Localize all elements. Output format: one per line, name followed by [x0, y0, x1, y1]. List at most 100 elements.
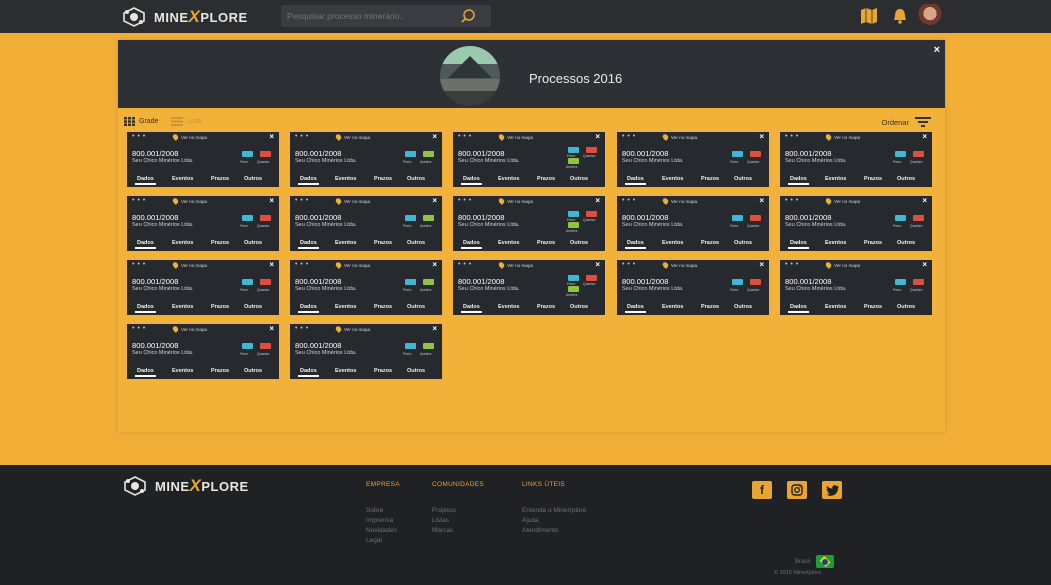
tab-eventos[interactable]: Eventos	[498, 304, 519, 310]
map-icon[interactable]	[860, 7, 878, 25]
footer-link[interactable]: Imprensa	[366, 516, 400, 526]
bell-icon[interactable]	[892, 7, 908, 25]
process-card[interactable]: • • • Ver no mapa × 800.001/2008 Seu Chico M…	[127, 260, 279, 315]
footer-logo[interactable]: MINEXPLORE	[123, 476, 249, 496]
tab-prazos[interactable]: Prazos	[211, 176, 229, 182]
card-close-button[interactable]: ×	[432, 260, 437, 269]
card-close-button[interactable]: ×	[922, 196, 927, 205]
tab-eventos[interactable]: Eventos	[335, 240, 356, 246]
tab-prazos[interactable]: Prazos	[701, 240, 719, 246]
process-card[interactable]: • • • Ver no mapa × 800.001/2008 Seu Chico M…	[780, 196, 932, 251]
more-options-icon[interactable]: • • •	[622, 261, 636, 268]
card-close-button[interactable]: ×	[595, 196, 600, 205]
tab-prazos[interactable]: Prazos	[537, 304, 555, 310]
tab-outros[interactable]: Outros	[244, 240, 262, 246]
tab-eventos[interactable]: Eventos	[825, 176, 846, 182]
tab-outros[interactable]: Outros	[570, 240, 588, 246]
footer-link[interactable]: Novidades	[366, 526, 400, 536]
view-on-map-link[interactable]: Ver no mapa	[661, 261, 697, 269]
view-on-map-link[interactable]: Ver no mapa	[824, 261, 860, 269]
process-card[interactable]: • • • Ver no mapa × 800.001/2008 Seu Chico M…	[617, 260, 769, 315]
more-options-icon[interactable]: • • •	[295, 197, 309, 204]
more-options-icon[interactable]: • • •	[295, 325, 309, 332]
more-options-icon[interactable]: • • •	[622, 197, 636, 204]
country-selector[interactable]: Brasil	[795, 555, 835, 568]
tab-dados[interactable]: Dados	[625, 240, 646, 249]
facebook-icon[interactable]: f	[752, 481, 772, 499]
instagram-icon[interactable]	[787, 481, 807, 499]
process-card[interactable]: • • • Ver no mapa × 800.001/2008 Seu Chico M…	[780, 132, 932, 187]
view-on-map-link[interactable]: Ver no mapa	[171, 197, 207, 205]
view-list-toggle[interactable]: Lista	[171, 117, 202, 126]
tab-outros[interactable]: Outros	[407, 304, 425, 310]
tab-outros[interactable]: Outros	[570, 304, 588, 310]
tab-outros[interactable]: Outros	[244, 176, 262, 182]
process-card[interactable]: • • • Ver no mapa × 800.001/2008 Seu Chico M…	[127, 196, 279, 251]
card-close-button[interactable]: ×	[432, 132, 437, 141]
tab-prazos[interactable]: Prazos	[701, 176, 719, 182]
tab-prazos[interactable]: Prazos	[537, 240, 555, 246]
card-close-button[interactable]: ×	[759, 132, 764, 141]
view-on-map-link[interactable]: Ver no mapa	[661, 197, 697, 205]
brand-logo[interactable]: MINEXPLORE	[122, 6, 248, 28]
more-options-icon[interactable]: • • •	[132, 197, 146, 204]
card-close-button[interactable]: ×	[432, 324, 437, 333]
tab-dados[interactable]: Dados	[788, 304, 809, 313]
view-grid-toggle[interactable]: Grade	[124, 117, 158, 126]
card-close-button[interactable]: ×	[759, 260, 764, 269]
tab-outros[interactable]: Outros	[897, 240, 915, 246]
tab-eventos[interactable]: Eventos	[335, 368, 356, 374]
tab-eventos[interactable]: Eventos	[662, 304, 683, 310]
search-input[interactable]	[281, 5, 457, 27]
process-card[interactable]: • • • Ver no mapa × 800.001/2008 Seu Chico M…	[290, 324, 442, 379]
tab-outros[interactable]: Outros	[734, 240, 752, 246]
more-options-icon[interactable]: • • •	[458, 261, 472, 268]
card-close-button[interactable]: ×	[269, 324, 274, 333]
tab-prazos[interactable]: Prazos	[211, 304, 229, 310]
tab-dados[interactable]: Dados	[461, 304, 482, 313]
more-options-icon[interactable]: • • •	[132, 261, 146, 268]
tab-outros[interactable]: Outros	[734, 304, 752, 310]
tab-prazos[interactable]: Prazos	[211, 368, 229, 374]
panel-close-button[interactable]: ×	[934, 44, 940, 56]
tab-eventos[interactable]: Eventos	[498, 240, 519, 246]
tab-eventos[interactable]: Eventos	[825, 240, 846, 246]
card-close-button[interactable]: ×	[595, 260, 600, 269]
footer-link[interactable]: Listas	[432, 516, 484, 526]
process-card[interactable]: • • • Ver no mapa × 800.001/2008 Seu Chico M…	[127, 324, 279, 379]
more-options-icon[interactable]: • • •	[458, 197, 472, 204]
tab-dados[interactable]: Dados	[135, 304, 156, 313]
view-on-map-link[interactable]: Ver no mapa	[171, 261, 207, 269]
view-on-map-link[interactable]: Ver no mapa	[824, 197, 860, 205]
process-card[interactable]: • • • Ver no mapa × 800.001/2008 Seu Chico M…	[290, 196, 442, 251]
more-options-icon[interactable]: • • •	[132, 133, 146, 140]
process-card[interactable]: • • • Ver no mapa × 800.001/2008 Seu Chico M…	[453, 196, 605, 251]
view-on-map-link[interactable]: Ver no mapa	[497, 133, 533, 141]
tab-outros[interactable]: Outros	[407, 240, 425, 246]
tab-eventos[interactable]: Eventos	[498, 176, 519, 182]
tab-dados[interactable]: Dados	[135, 176, 156, 185]
tab-dados[interactable]: Dados	[298, 240, 319, 249]
more-options-icon[interactable]: • • •	[785, 197, 799, 204]
card-close-button[interactable]: ×	[922, 132, 927, 141]
card-close-button[interactable]: ×	[269, 196, 274, 205]
tab-eventos[interactable]: Eventos	[172, 240, 193, 246]
tab-eventos[interactable]: Eventos	[172, 304, 193, 310]
search-icon[interactable]	[459, 7, 477, 25]
tab-dados[interactable]: Dados	[788, 176, 809, 185]
more-options-icon[interactable]: • • •	[132, 325, 146, 332]
tab-eventos[interactable]: Eventos	[335, 304, 356, 310]
tab-prazos[interactable]: Prazos	[864, 176, 882, 182]
footer-link[interactable]: Sobre	[366, 506, 400, 516]
view-on-map-link[interactable]: Ver no mapa	[171, 325, 207, 333]
footer-link[interactable]: Legal	[366, 536, 400, 546]
view-on-map-link[interactable]: Ver no mapa	[661, 133, 697, 141]
view-on-map-link[interactable]: Ver no mapa	[334, 133, 370, 141]
tab-prazos[interactable]: Prazos	[864, 240, 882, 246]
footer-link[interactable]: Projetos	[432, 506, 484, 516]
tab-prazos[interactable]: Prazos	[864, 304, 882, 310]
tab-prazos[interactable]: Prazos	[374, 304, 392, 310]
footer-link[interactable]: Atendimento	[522, 526, 586, 536]
twitter-icon[interactable]	[822, 481, 842, 499]
process-card[interactable]: • • • Ver no mapa × 800.001/2008 Seu Chico M…	[453, 132, 605, 187]
